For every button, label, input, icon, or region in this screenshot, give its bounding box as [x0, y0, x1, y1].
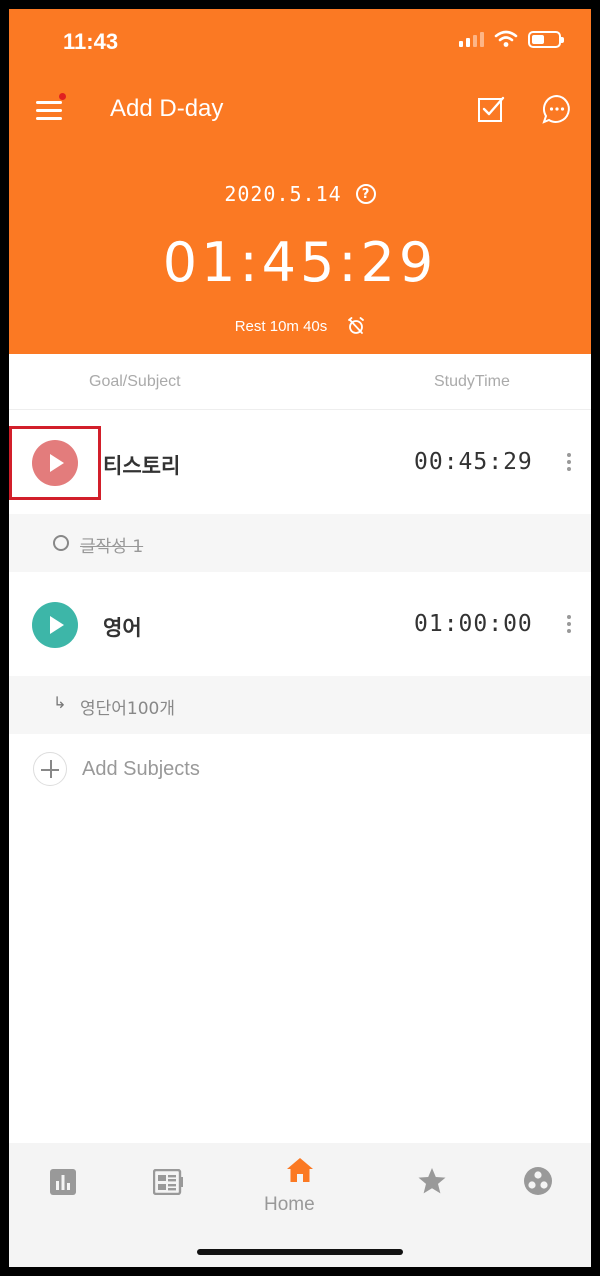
rest-time: Rest 10m 40s [234, 317, 328, 335]
checklist-icon[interactable] [477, 95, 505, 123]
play-button[interactable] [32, 602, 78, 648]
nav-home-label[interactable]: Home [264, 1194, 315, 1216]
subject-name: 영어 [103, 616, 142, 640]
column-goal-subject: Goal/Subject [89, 373, 181, 390]
play-icon [50, 616, 64, 634]
add-subjects-label: Add Subjects [82, 758, 200, 780]
dday-date[interactable]: 2020.5.14 [224, 182, 341, 206]
goal-text: 글작성 1 [80, 537, 144, 557]
home-icon[interactable] [286, 1157, 314, 1183]
bottom-nav: Home [9, 1143, 591, 1267]
alarm-off-icon[interactable] [347, 317, 365, 335]
plus-icon [33, 752, 67, 786]
wifi-icon [494, 30, 518, 47]
status-time: 11:43 [63, 29, 119, 54]
column-header: Goal/Subject StudyTime [9, 354, 591, 410]
column-study-time: StudyTime [434, 373, 510, 390]
goal-row[interactable]: ↳ 영단어100개 [9, 676, 591, 734]
star-icon[interactable] [418, 1167, 446, 1195]
status-icons [459, 30, 564, 48]
signal-icon [459, 31, 484, 47]
total-study-timer: 01:45:29 [162, 231, 438, 294]
subject-row[interactable]: 영어 01:00:00 [9, 572, 591, 676]
chat-icon[interactable] [541, 93, 573, 125]
sub-goal-arrow-icon: ↳ [53, 693, 67, 712]
add-subjects-button[interactable]: Add Subjects [9, 735, 591, 805]
notification-dot [59, 93, 66, 100]
more-icon[interactable] [566, 615, 572, 633]
stats-icon[interactable] [50, 1169, 76, 1195]
more-icon[interactable] [566, 453, 572, 471]
subject-time: 01:00:00 [414, 611, 533, 637]
dday-date-row: 2020.5.14 ? [9, 182, 591, 206]
header: 11:43 Add D-day 2020.5.14 ? 01:45:29 Res… [9, 9, 591, 354]
goal-check-icon[interactable] [53, 535, 69, 551]
rest-row: Rest 10m 40s [9, 317, 591, 335]
subject-name: 티스토리 [103, 454, 181, 478]
goal-row[interactable]: 글작성 1 [9, 514, 591, 572]
menu-icon[interactable] [36, 93, 66, 121]
planner-icon[interactable] [153, 1169, 183, 1195]
subject-time: 00:45:29 [414, 449, 533, 475]
group-icon[interactable] [523, 1166, 553, 1196]
app-screen: 11:43 Add D-day 2020.5.14 ? 01:45:29 Res… [9, 9, 591, 1267]
highlight-box [9, 426, 101, 500]
goal-text: 영단어100개 [80, 699, 176, 719]
help-icon[interactable]: ? [355, 184, 376, 204]
page-title[interactable]: Add D-day [110, 95, 223, 123]
home-indicator[interactable] [197, 1249, 403, 1255]
subject-row[interactable]: 티스토리 00:45:29 [9, 410, 591, 514]
battery-icon [528, 30, 564, 48]
